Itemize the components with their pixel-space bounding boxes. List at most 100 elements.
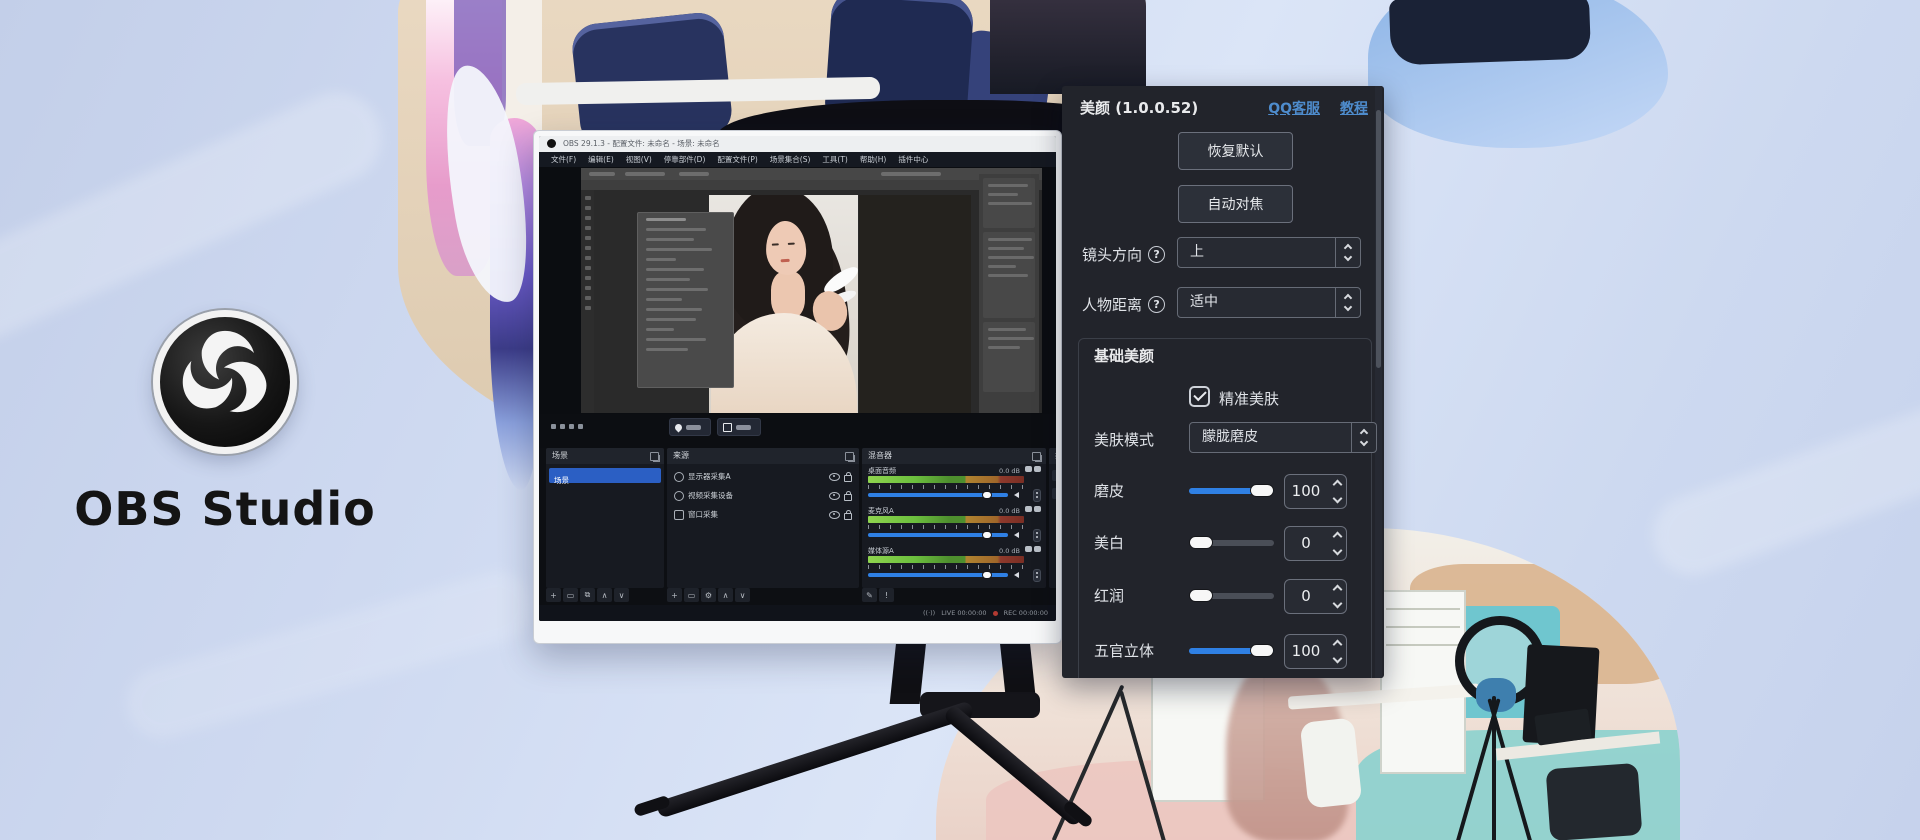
channel-menu-button[interactable] [1033, 489, 1041, 502]
source-row[interactable]: 窗口采集 [670, 507, 856, 522]
add-icon[interactable]: + [667, 588, 682, 602]
move-down-icon[interactable]: ∨ [614, 588, 629, 602]
help-icon[interactable]: ? [1148, 246, 1165, 263]
menu-plugin-center[interactable]: 插件中心 [892, 154, 934, 165]
slider-thumb[interactable] [1189, 536, 1213, 549]
mixer-dock-header[interactable]: 混音器 [862, 448, 1046, 464]
scene-item-selected[interactable]: 场景 [549, 468, 661, 483]
menu-tools[interactable]: 工具(T) [816, 154, 853, 165]
dock-panes-icon[interactable] [845, 452, 854, 461]
lock-icon[interactable] [844, 475, 852, 482]
qq-support-link[interactable]: QQ客服 [1268, 98, 1320, 118]
dark-chair [1546, 763, 1643, 840]
volume-slider[interactable] [868, 531, 1008, 539]
skin-mode-select[interactable]: 朦胧磨皮 [1189, 422, 1377, 453]
move-up-icon[interactable]: ∧ [718, 588, 733, 602]
rec-dot-icon [993, 611, 998, 616]
dock-panes-icon[interactable] [650, 452, 659, 461]
speaker-icon[interactable] [1014, 532, 1019, 538]
white-chair [1300, 717, 1363, 808]
basic-beauty-section: 基础美颜 精准美肤 美肤模式 朦胧磨皮 磨皮 100 [1078, 338, 1372, 678]
panel-scrollbar[interactable] [1375, 86, 1382, 678]
pin-button[interactable] [669, 418, 711, 436]
controls-dock-header[interactable]: 控件 [1049, 448, 1056, 464]
controls-button-fragment[interactable] [1052, 470, 1056, 481]
obs-titlebar[interactable]: OBS 29.1.3 - 配置文件: 未命名 - 场景: 未命名 [539, 136, 1056, 152]
channel-menu-button[interactable] [1033, 569, 1041, 582]
menu-docks[interactable]: 停靠部件(D) [658, 154, 712, 165]
visibility-eye-icon[interactable] [829, 511, 840, 519]
scrollbar-thumb[interactable] [1376, 110, 1381, 368]
volume-thumb[interactable] [982, 571, 992, 579]
value-spinner[interactable] [1334, 635, 1341, 668]
select-spinner[interactable] [1335, 288, 1360, 317]
value-spinner[interactable] [1334, 580, 1341, 613]
help-icon[interactable]: ? [1148, 296, 1165, 313]
volume-thumb[interactable] [982, 491, 992, 499]
rosy-slider[interactable] [1189, 593, 1274, 599]
obs-preview[interactable] [539, 167, 1056, 414]
precise-skin-checkbox[interactable] [1189, 386, 1210, 407]
source-name: 窗口采集 [688, 509, 825, 520]
tutorial-link[interactable]: 教程 [1340, 98, 1368, 118]
slider-thumb[interactable] [1189, 589, 1213, 602]
move-up-icon[interactable]: ∧ [597, 588, 612, 602]
autofocus-button[interactable]: 自动对焦 [1178, 185, 1293, 223]
smoothing-value-box[interactable]: 100 [1284, 474, 1347, 509]
visibility-eye-icon[interactable] [829, 492, 840, 500]
slider-thumb[interactable] [1250, 644, 1274, 657]
scenes-dock-header[interactable]: 场景 [546, 448, 664, 464]
properties-gear-icon[interactable]: ⚙ [701, 588, 716, 602]
channel-mini-buttons[interactable] [1025, 466, 1041, 472]
menu-help[interactable]: 帮助(H) [854, 154, 893, 165]
menu-edit[interactable]: 编辑(E) [582, 154, 620, 165]
chevron-down-icon [1333, 546, 1343, 556]
remove-icon[interactable]: ▭ [563, 588, 578, 602]
chevron-up-icon [1344, 294, 1352, 302]
volume-slider[interactable] [868, 571, 1008, 579]
volume-thumb[interactable] [982, 531, 992, 539]
speaker-icon[interactable] [1014, 572, 1019, 578]
rosy-value-box[interactable]: 0 [1284, 579, 1347, 614]
channel-mini-buttons[interactable] [1025, 546, 1041, 552]
whitening-value-box[interactable]: 0 [1284, 526, 1347, 561]
window-button[interactable] [717, 418, 761, 436]
value-spinner[interactable] [1334, 475, 1341, 508]
face-3d-value-box[interactable]: 100 [1284, 634, 1347, 669]
select-spinner[interactable] [1335, 238, 1360, 267]
channel-db: 0.0 dB [999, 507, 1020, 515]
whitening-slider[interactable] [1189, 540, 1274, 546]
menu-profile[interactable]: 配置文件(P) [711, 154, 763, 165]
add-icon[interactable]: + [546, 588, 561, 602]
signal-icon: ((·)) [923, 609, 935, 617]
channel-menu-button[interactable] [1033, 529, 1041, 542]
menu-file[interactable]: 文件(F) [545, 154, 582, 165]
person-distance-select[interactable]: 适中 [1177, 287, 1361, 318]
lock-icon[interactable] [844, 494, 852, 501]
camera-direction-select[interactable]: 上 [1177, 237, 1361, 268]
smoothing-slider[interactable] [1189, 488, 1274, 494]
alert-icon[interactable]: ! [879, 588, 894, 602]
select-spinner[interactable] [1351, 423, 1376, 452]
source-row[interactable]: 视频采集设备 [670, 488, 856, 503]
channel-mini-buttons[interactable] [1025, 506, 1041, 512]
value-spinner[interactable] [1334, 527, 1341, 560]
source-row[interactable]: 显示器采集A [670, 469, 856, 484]
dock-panes-icon[interactable] [1032, 452, 1041, 461]
lock-icon[interactable] [844, 513, 852, 520]
duplicate-icon[interactable]: ⧉ [580, 588, 595, 602]
menu-scene-collection[interactable]: 场景集合(S) [764, 154, 817, 165]
slider-thumb[interactable] [1250, 484, 1274, 497]
face-3d-slider[interactable] [1189, 648, 1274, 654]
controls-button-fragment[interactable] [1052, 488, 1056, 499]
move-down-icon[interactable]: ∨ [735, 588, 750, 602]
channel-db: 0.0 dB [999, 467, 1020, 475]
menu-view[interactable]: 视图(V) [620, 154, 658, 165]
sources-dock-header[interactable]: 来源 [667, 448, 859, 464]
restore-defaults-button[interactable]: 恢复默认 [1178, 132, 1293, 170]
volume-slider[interactable] [868, 491, 1008, 499]
remove-icon[interactable]: ▭ [684, 588, 699, 602]
edit-pencil-icon[interactable]: ✎ [862, 588, 877, 602]
speaker-icon[interactable] [1014, 492, 1019, 498]
visibility-eye-icon[interactable] [829, 473, 840, 481]
